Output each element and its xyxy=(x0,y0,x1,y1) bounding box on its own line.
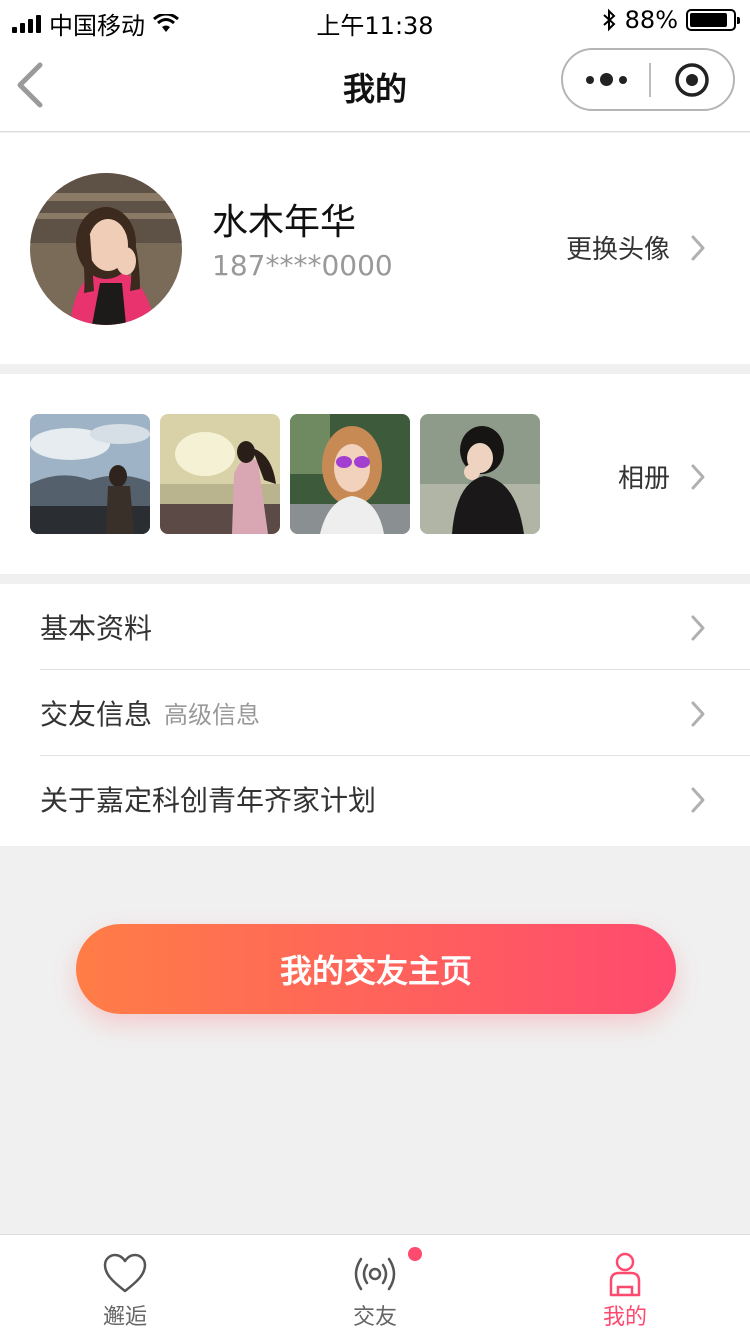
tab-bar: 邂逅 交友 我的 xyxy=(0,1234,750,1334)
chevron-left-icon xyxy=(17,62,43,108)
album-thumbnails xyxy=(30,414,540,534)
menu-item-label: 交友信息 xyxy=(40,697,153,731)
capsule-menu xyxy=(561,48,735,111)
tab-label: 我的 xyxy=(602,1305,647,1330)
more-button[interactable] xyxy=(563,50,649,109)
menu-item-about[interactable]: 关于嘉定科创青年齐家计划 xyxy=(40,756,750,842)
settings-menu: 基本资料 交友信息 高级信息 关于嘉定科创青年齐家计划 xyxy=(0,584,750,846)
battery-icon xyxy=(686,9,740,31)
notification-badge xyxy=(408,1247,422,1261)
phone-number: 187****0000 xyxy=(212,249,393,282)
menu-item-dating-info[interactable]: 交友信息 高级信息 xyxy=(40,670,750,756)
status-right: 88% xyxy=(601,6,740,34)
menu-item-label: 基本资料 xyxy=(40,611,153,645)
chevron-right-icon xyxy=(691,787,705,813)
tab-friends[interactable]: 交友 xyxy=(250,1235,500,1334)
menu-item-sublabel: 高级信息 xyxy=(164,701,261,729)
album-photo[interactable] xyxy=(30,414,150,534)
dot-icon xyxy=(599,73,613,86)
dot-icon xyxy=(618,75,627,84)
album-section: 相册 xyxy=(0,374,750,574)
album-button[interactable]: 相册 xyxy=(618,458,706,495)
avatar[interactable] xyxy=(30,173,182,325)
close-button[interactable] xyxy=(651,50,733,109)
change-avatar-label: 更换头像 xyxy=(565,235,670,265)
status-bar: 中国移动 上午11:38 88% xyxy=(0,0,750,40)
heart-icon xyxy=(103,1253,147,1293)
nav-bar: 我的 xyxy=(0,40,750,132)
username: 水木年华 xyxy=(212,202,357,243)
target-circle-icon xyxy=(675,62,709,97)
battery-percent: 88% xyxy=(624,6,678,34)
tab-mine[interactable]: 我的 xyxy=(500,1235,750,1334)
change-avatar-button[interactable]: 更换头像 xyxy=(566,229,706,266)
dot-icon xyxy=(585,75,594,84)
album-photo[interactable] xyxy=(420,414,540,534)
avatar-image xyxy=(30,173,182,325)
menu-item-label: 关于嘉定科创青年齐家计划 xyxy=(40,784,377,817)
profile-section: 水木年华 187****0000 更换头像 xyxy=(0,133,750,364)
chevron-right-icon xyxy=(691,701,705,727)
chevron-right-icon xyxy=(691,615,705,641)
album-photo[interactable] xyxy=(290,414,410,534)
back-button[interactable] xyxy=(14,62,54,108)
battery-fill xyxy=(690,13,727,27)
person-icon xyxy=(609,1252,641,1297)
chevron-right-icon xyxy=(691,464,705,489)
tab-label: 邂逅 xyxy=(102,1305,147,1330)
chevron-right-icon xyxy=(691,235,705,260)
album-photo[interactable] xyxy=(160,414,280,534)
album-label: 相册 xyxy=(617,464,670,494)
tab-label: 交友 xyxy=(352,1305,397,1330)
menu-item-basic-info[interactable]: 基本资料 xyxy=(40,584,750,670)
broadcast-icon xyxy=(354,1257,396,1291)
my-homepage-button[interactable]: 我的交友主页 xyxy=(76,924,676,1014)
bluetooth-icon xyxy=(602,8,616,32)
tab-encounter[interactable]: 邂逅 xyxy=(0,1235,250,1334)
